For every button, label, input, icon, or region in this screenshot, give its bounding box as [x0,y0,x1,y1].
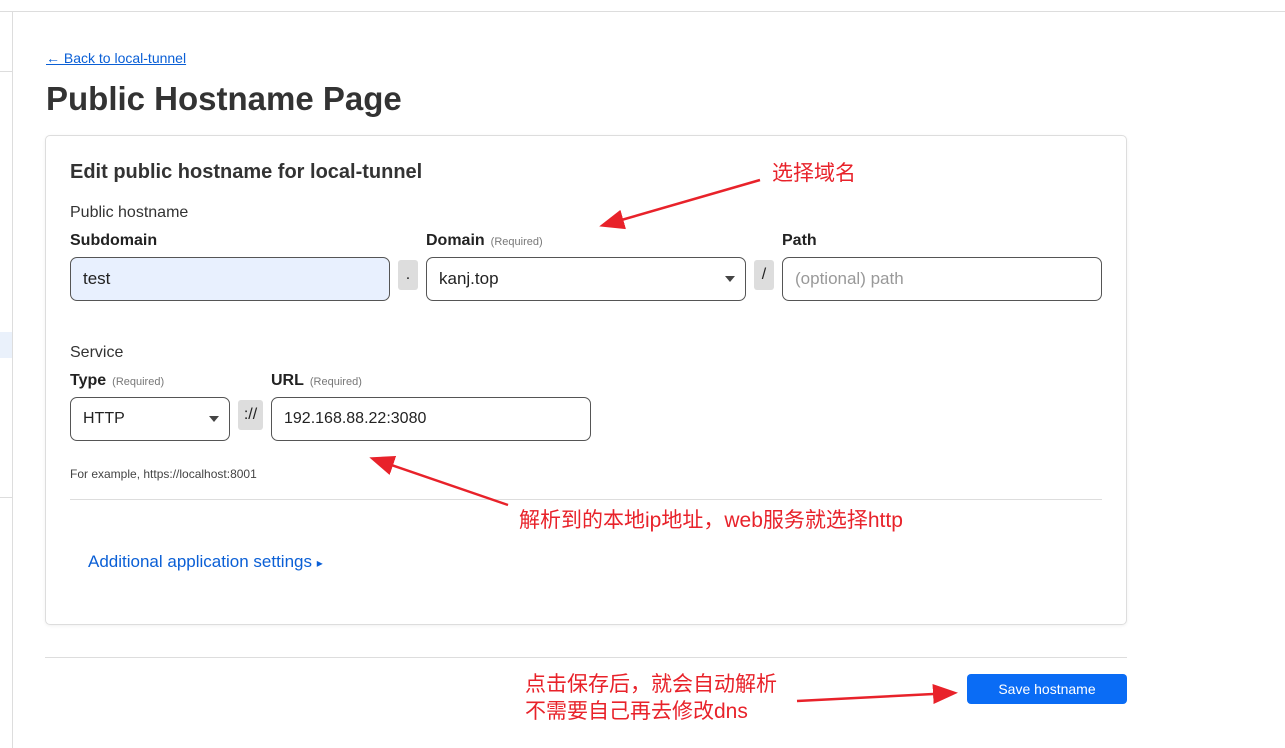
arrow-icon [796,684,958,705]
arrow-icon [599,178,761,230]
arrow-icon [369,456,509,507]
annotation-arrows [369,178,958,705]
